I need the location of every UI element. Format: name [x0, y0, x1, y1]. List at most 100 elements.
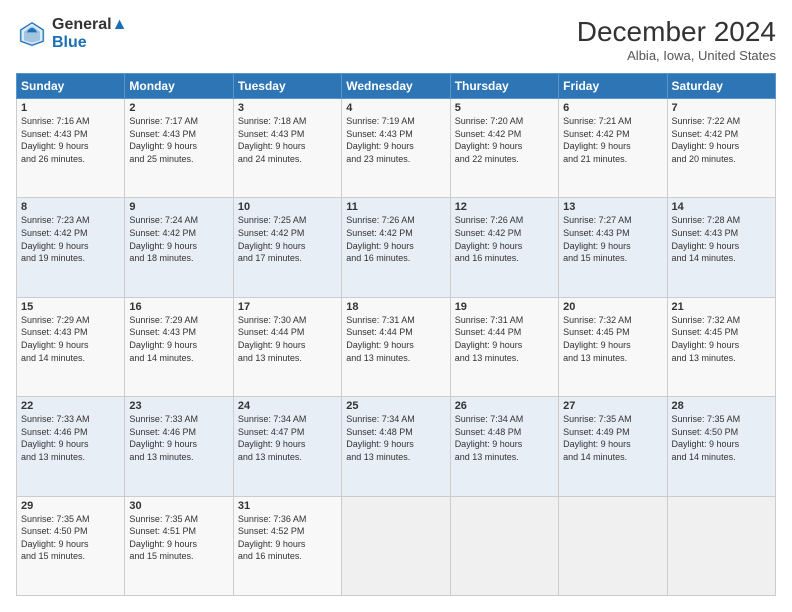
calendar-week-5: 29Sunrise: 7:35 AMSunset: 4:50 PMDayligh…	[17, 496, 776, 595]
calendar-cell	[342, 496, 450, 595]
day-info: Sunrise: 7:32 AMSunset: 4:45 PMDaylight:…	[672, 314, 771, 364]
calendar-week-3: 15Sunrise: 7:29 AMSunset: 4:43 PMDayligh…	[17, 297, 776, 396]
page: General▲ Blue December 2024 Albia, Iowa,…	[0, 0, 792, 612]
day-info: Sunrise: 7:32 AMSunset: 4:45 PMDaylight:…	[563, 314, 662, 364]
calendar-cell: 2Sunrise: 7:17 AMSunset: 4:43 PMDaylight…	[125, 99, 233, 198]
day-number: 20	[563, 301, 662, 313]
logo-icon	[16, 18, 48, 50]
day-number: 4	[346, 102, 445, 114]
day-number: 16	[129, 301, 228, 313]
day-number: 17	[238, 301, 337, 313]
calendar-cell: 11Sunrise: 7:26 AMSunset: 4:42 PMDayligh…	[342, 198, 450, 297]
day-info: Sunrise: 7:21 AMSunset: 4:42 PMDaylight:…	[563, 115, 662, 165]
calendar-cell	[667, 496, 775, 595]
day-number: 5	[455, 102, 554, 114]
day-number: 3	[238, 102, 337, 114]
day-info: Sunrise: 7:16 AMSunset: 4:43 PMDaylight:…	[21, 115, 120, 165]
calendar-cell: 19Sunrise: 7:31 AMSunset: 4:44 PMDayligh…	[450, 297, 558, 396]
calendar-cell: 27Sunrise: 7:35 AMSunset: 4:49 PMDayligh…	[559, 397, 667, 496]
day-info: Sunrise: 7:34 AMSunset: 4:47 PMDaylight:…	[238, 413, 337, 463]
calendar-cell: 28Sunrise: 7:35 AMSunset: 4:50 PMDayligh…	[667, 397, 775, 496]
calendar-cell: 8Sunrise: 7:23 AMSunset: 4:42 PMDaylight…	[17, 198, 125, 297]
day-number: 19	[455, 301, 554, 313]
day-number: 10	[238, 201, 337, 213]
calendar-header-row: Sunday Monday Tuesday Wednesday Thursday…	[17, 74, 776, 99]
day-number: 28	[672, 400, 771, 412]
day-info: Sunrise: 7:35 AMSunset: 4:49 PMDaylight:…	[563, 413, 662, 463]
day-number: 6	[563, 102, 662, 114]
day-info: Sunrise: 7:26 AMSunset: 4:42 PMDaylight:…	[455, 214, 554, 264]
day-number: 15	[21, 301, 120, 313]
calendar-cell: 5Sunrise: 7:20 AMSunset: 4:42 PMDaylight…	[450, 99, 558, 198]
logo-text: General▲ Blue	[52, 16, 127, 52]
day-number: 2	[129, 102, 228, 114]
calendar-cell: 9Sunrise: 7:24 AMSunset: 4:42 PMDaylight…	[125, 198, 233, 297]
day-number: 30	[129, 500, 228, 512]
day-number: 29	[21, 500, 120, 512]
day-number: 8	[21, 201, 120, 213]
location: Albia, Iowa, United States	[577, 48, 776, 63]
day-info: Sunrise: 7:35 AMSunset: 4:51 PMDaylight:…	[129, 513, 228, 563]
day-info: Sunrise: 7:18 AMSunset: 4:43 PMDaylight:…	[238, 115, 337, 165]
day-number: 11	[346, 201, 445, 213]
day-number: 24	[238, 400, 337, 412]
calendar: Sunday Monday Tuesday Wednesday Thursday…	[16, 73, 776, 596]
day-info: Sunrise: 7:20 AMSunset: 4:42 PMDaylight:…	[455, 115, 554, 165]
header-wednesday: Wednesday	[342, 74, 450, 99]
calendar-cell: 26Sunrise: 7:34 AMSunset: 4:48 PMDayligh…	[450, 397, 558, 496]
calendar-cell: 6Sunrise: 7:21 AMSunset: 4:42 PMDaylight…	[559, 99, 667, 198]
calendar-cell	[450, 496, 558, 595]
day-info: Sunrise: 7:28 AMSunset: 4:43 PMDaylight:…	[672, 214, 771, 264]
calendar-week-4: 22Sunrise: 7:33 AMSunset: 4:46 PMDayligh…	[17, 397, 776, 496]
calendar-cell: 23Sunrise: 7:33 AMSunset: 4:46 PMDayligh…	[125, 397, 233, 496]
day-number: 25	[346, 400, 445, 412]
day-info: Sunrise: 7:17 AMSunset: 4:43 PMDaylight:…	[129, 115, 228, 165]
header-sunday: Sunday	[17, 74, 125, 99]
calendar-cell: 1Sunrise: 7:16 AMSunset: 4:43 PMDaylight…	[17, 99, 125, 198]
calendar-week-1: 1Sunrise: 7:16 AMSunset: 4:43 PMDaylight…	[17, 99, 776, 198]
day-number: 9	[129, 201, 228, 213]
calendar-cell: 25Sunrise: 7:34 AMSunset: 4:48 PMDayligh…	[342, 397, 450, 496]
calendar-cell: 12Sunrise: 7:26 AMSunset: 4:42 PMDayligh…	[450, 198, 558, 297]
calendar-cell: 17Sunrise: 7:30 AMSunset: 4:44 PMDayligh…	[233, 297, 341, 396]
calendar-cell: 4Sunrise: 7:19 AMSunset: 4:43 PMDaylight…	[342, 99, 450, 198]
day-number: 31	[238, 500, 337, 512]
day-info: Sunrise: 7:25 AMSunset: 4:42 PMDaylight:…	[238, 214, 337, 264]
calendar-cell: 3Sunrise: 7:18 AMSunset: 4:43 PMDaylight…	[233, 99, 341, 198]
calendar-cell: 30Sunrise: 7:35 AMSunset: 4:51 PMDayligh…	[125, 496, 233, 595]
calendar-cell: 21Sunrise: 7:32 AMSunset: 4:45 PMDayligh…	[667, 297, 775, 396]
calendar-cell: 24Sunrise: 7:34 AMSunset: 4:47 PMDayligh…	[233, 397, 341, 496]
title-area: December 2024 Albia, Iowa, United States	[577, 16, 776, 63]
day-info: Sunrise: 7:22 AMSunset: 4:42 PMDaylight:…	[672, 115, 771, 165]
calendar-cell: 7Sunrise: 7:22 AMSunset: 4:42 PMDaylight…	[667, 99, 775, 198]
day-number: 27	[563, 400, 662, 412]
day-number: 23	[129, 400, 228, 412]
day-info: Sunrise: 7:35 AMSunset: 4:50 PMDaylight:…	[21, 513, 120, 563]
day-info: Sunrise: 7:29 AMSunset: 4:43 PMDaylight:…	[21, 314, 120, 364]
day-number: 18	[346, 301, 445, 313]
logo: General▲ Blue	[16, 16, 127, 52]
day-info: Sunrise: 7:30 AMSunset: 4:44 PMDaylight:…	[238, 314, 337, 364]
calendar-cell: 22Sunrise: 7:33 AMSunset: 4:46 PMDayligh…	[17, 397, 125, 496]
calendar-cell: 31Sunrise: 7:36 AMSunset: 4:52 PMDayligh…	[233, 496, 341, 595]
day-info: Sunrise: 7:29 AMSunset: 4:43 PMDaylight:…	[129, 314, 228, 364]
calendar-cell: 16Sunrise: 7:29 AMSunset: 4:43 PMDayligh…	[125, 297, 233, 396]
day-info: Sunrise: 7:24 AMSunset: 4:42 PMDaylight:…	[129, 214, 228, 264]
header-thursday: Thursday	[450, 74, 558, 99]
calendar-week-2: 8Sunrise: 7:23 AMSunset: 4:42 PMDaylight…	[17, 198, 776, 297]
day-info: Sunrise: 7:33 AMSunset: 4:46 PMDaylight:…	[21, 413, 120, 463]
header-friday: Friday	[559, 74, 667, 99]
day-info: Sunrise: 7:26 AMSunset: 4:42 PMDaylight:…	[346, 214, 445, 264]
day-number: 21	[672, 301, 771, 313]
day-number: 7	[672, 102, 771, 114]
day-info: Sunrise: 7:27 AMSunset: 4:43 PMDaylight:…	[563, 214, 662, 264]
day-info: Sunrise: 7:19 AMSunset: 4:43 PMDaylight:…	[346, 115, 445, 165]
header: General▲ Blue December 2024 Albia, Iowa,…	[16, 16, 776, 63]
day-number: 22	[21, 400, 120, 412]
calendar-cell: 18Sunrise: 7:31 AMSunset: 4:44 PMDayligh…	[342, 297, 450, 396]
day-number: 1	[21, 102, 120, 114]
calendar-cell: 10Sunrise: 7:25 AMSunset: 4:42 PMDayligh…	[233, 198, 341, 297]
calendar-cell: 14Sunrise: 7:28 AMSunset: 4:43 PMDayligh…	[667, 198, 775, 297]
header-monday: Monday	[125, 74, 233, 99]
day-info: Sunrise: 7:34 AMSunset: 4:48 PMDaylight:…	[455, 413, 554, 463]
